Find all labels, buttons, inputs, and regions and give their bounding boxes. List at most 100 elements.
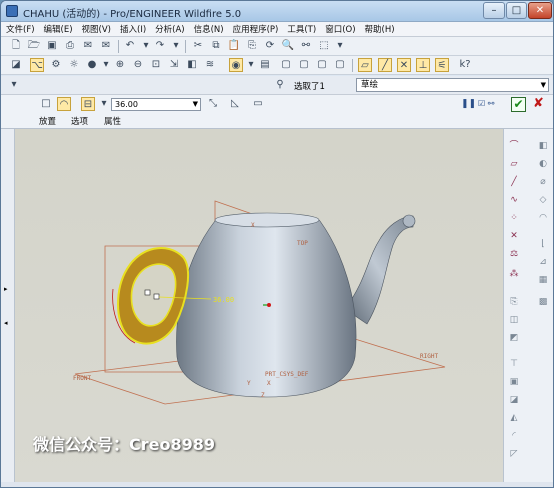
hole-tool-icon[interactable]: ⊤ <box>507 357 521 371</box>
refit-icon[interactable]: ⊡ <box>149 58 163 72</box>
spin-center-icon[interactable]: ◉ <box>229 58 243 72</box>
datum-csys-icon[interactable]: ⊥ <box>416 58 430 72</box>
undo-icon[interactable]: ↶ <box>123 39 137 53</box>
drag-handle[interactable] <box>144 289 151 296</box>
trim-tool-icon[interactable]: ⌊ <box>536 237 550 251</box>
confirm-button[interactable]: ✔ <box>511 97 526 112</box>
csys-tool-icon[interactable]: ✕ <box>507 229 521 243</box>
binoculars-icon[interactable]: ⚯ <box>299 39 313 53</box>
no-hidden-icon[interactable]: ▢ <box>315 58 329 72</box>
email-link-icon[interactable]: ✉ <box>99 39 113 53</box>
menu-tools[interactable]: 工具(T) <box>287 23 316 35</box>
spout-tip[interactable] <box>402 214 416 228</box>
selection-filter-dropdown[interactable]: 草绘 ▼ <box>356 78 549 92</box>
teapot-spout[interactable] <box>344 215 414 325</box>
copy-tool-icon[interactable]: ⎘ <box>507 295 521 309</box>
cut-icon[interactable]: ✂ <box>191 39 205 53</box>
chamfer-tool-icon[interactable]: ◸ <box>507 447 521 461</box>
preview-tools[interactable]: ☑ ⚯ <box>478 99 494 108</box>
extrude-surface-icon[interactable]: ◠ <box>57 97 71 111</box>
rib-tool-icon[interactable]: ◪ <box>507 393 521 407</box>
new-file-icon[interactable]: 🗋 <box>9 39 23 53</box>
menu-edit[interactable]: 编辑(E) <box>44 23 73 35</box>
analysis-tool-icon[interactable]: ⚖ <box>507 247 521 261</box>
datum-axis-tool-icon[interactable]: ╱ <box>507 175 521 189</box>
minimize-button[interactable]: – <box>483 2 505 19</box>
shading-icon[interactable]: ● <box>85 58 99 72</box>
open-folder-icon[interactable]: 🗁 <box>27 39 41 53</box>
menu-analysis[interactable]: 分析(A) <box>155 23 184 35</box>
annotation-icon[interactable]: ⚟ <box>435 58 449 72</box>
tab-options[interactable]: 选项 <box>71 115 88 127</box>
maximize-button[interactable]: □ <box>506 2 527 19</box>
datum-curve-tool-icon[interactable]: ∿ <box>507 193 521 207</box>
paste-special-icon[interactable]: ⎘ <box>245 39 259 53</box>
round-tool-icon[interactable]: ◜ <box>507 429 521 443</box>
expand-navigator-icon[interactable]: ▸ <box>4 285 8 293</box>
flip-direction-icon[interactable]: ⤡ <box>206 97 220 111</box>
tab-placement[interactable]: 放置 <box>39 115 56 127</box>
menu-applications[interactable]: 应用程序(P) <box>233 23 279 35</box>
draft-tool-icon[interactable]: ◭ <box>507 411 521 425</box>
zoom-in-icon[interactable]: ⊕ <box>113 58 127 72</box>
reorient-icon[interactable]: ⇲ <box>167 58 181 72</box>
select-dropdown-icon[interactable]: ▾ <box>333 39 347 53</box>
extrude-tool-icon[interactable]: ◧ <box>536 139 550 153</box>
tab-properties[interactable]: 属性 <box>104 115 121 127</box>
zoom-out-icon[interactable]: ⊖ <box>131 58 145 72</box>
boundary-blend-icon[interactable]: ◠ <box>536 211 550 225</box>
menu-help[interactable]: 帮助(H) <box>365 23 395 35</box>
spin-dropdown-icon[interactable]: ▾ <box>244 58 258 72</box>
copy-icon[interactable]: ⧉ <box>209 39 223 53</box>
datum-axes-icon[interactable]: ╱ <box>378 58 392 72</box>
view-manager-icon[interactable]: ▤ <box>258 58 272 72</box>
revolve-tool-icon[interactable]: ◐ <box>536 157 550 171</box>
datum-points-icon[interactable]: ✕ <box>397 58 411 72</box>
undo-dropdown-icon[interactable]: ▾ <box>139 39 153 53</box>
datum-plane-tool-icon[interactable]: ▱ <box>507 157 521 171</box>
mirror-tool-icon[interactable]: ◫ <box>507 313 521 327</box>
datum-planes-icon[interactable]: ▱ <box>358 58 372 72</box>
menu-file[interactable]: 文件(F) <box>6 23 35 35</box>
merge-tool-icon[interactable]: ◩ <box>507 331 521 345</box>
variable-sweep-icon[interactable]: ⌀ <box>536 175 550 189</box>
sketch-view-icon[interactable]: ◪ <box>9 58 23 72</box>
remove-material-icon[interactable]: ◺ <box>228 97 242 111</box>
paste-icon[interactable]: 📋 <box>227 39 241 53</box>
wireframe-icon[interactable]: ▢ <box>279 58 293 72</box>
shaded-icon[interactable]: ▢ <box>333 58 347 72</box>
graphics-area[interactable]: 36.00 FRONT TOP RIGHT PRT_CSYS_DEF X Y X… <box>15 129 503 482</box>
teapot-lid[interactable] <box>214 212 320 228</box>
regenerate-icon[interactable]: ⟳ <box>263 39 277 53</box>
depth-option-icon[interactable]: ⊟ <box>81 97 95 111</box>
email-icon[interactable]: ✉ <box>81 39 95 53</box>
menu-insert[interactable]: 插入(I) <box>120 23 146 35</box>
appearance-icon[interactable]: ☼ <box>67 58 81 72</box>
blend-tool-icon[interactable]: ◇ <box>536 193 550 207</box>
menu-window[interactable]: 窗口(O) <box>325 23 355 35</box>
menu-info[interactable]: 信息(N) <box>194 23 224 35</box>
save-icon[interactable]: ▣ <box>45 39 59 53</box>
sketch-tool-icon[interactable]: ⌒ <box>507 139 521 153</box>
thicken-tool-icon[interactable]: ▩ <box>536 295 550 309</box>
extend-tool-icon[interactable]: ⊿ <box>536 255 550 269</box>
depth-dimension-label[interactable]: 36.00 <box>213 296 234 304</box>
hidden-line-icon[interactable]: ▢ <box>297 58 311 72</box>
datum-point-tool-icon[interactable]: ⁘ <box>507 211 521 225</box>
saved-views-icon[interactable]: ◧ <box>185 58 199 72</box>
teapot-body[interactable] <box>176 214 357 398</box>
depth-value-field[interactable]: 36.00 ▼ <box>111 98 201 111</box>
menu-view[interactable]: 视图(V) <box>82 23 111 35</box>
redo-dropdown-icon[interactable]: ▾ <box>169 39 183 53</box>
thicken-icon[interactable]: ▭ <box>251 97 265 111</box>
drag-handle[interactable] <box>153 293 160 300</box>
shading-dropdown-icon[interactable]: ▾ <box>99 58 113 72</box>
search-tool-icon[interactable]: 🔍 <box>281 39 295 53</box>
extrude-solid-icon[interactable]: □ <box>39 97 53 111</box>
pattern-tool-icon[interactable]: ⁂ <box>507 267 521 281</box>
print-icon[interactable]: ⎙ <box>63 39 77 53</box>
select-box-icon[interactable]: ⬚ <box>317 39 331 53</box>
layer-stack-icon[interactable]: ≋ <box>203 58 217 72</box>
depth-option-dropdown-icon[interactable]: ▾ <box>97 97 111 111</box>
collapse-navigator-icon[interactable]: ◂ <box>4 319 8 327</box>
